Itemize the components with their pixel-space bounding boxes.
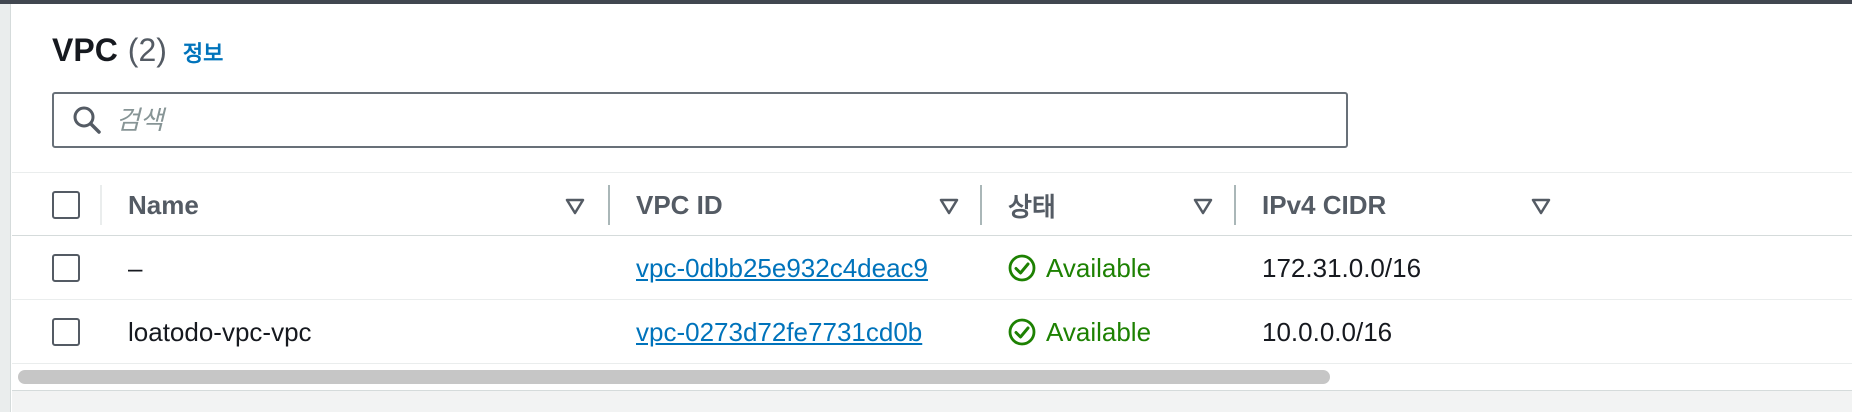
search-field[interactable] — [52, 92, 1348, 148]
check-circle-icon — [1008, 318, 1036, 346]
column-header-vpc-id[interactable]: VPC ID — [636, 173, 723, 237]
vpc-table: Name VPC ID 상태 IPv4 CIDR – vpc-0dbb25e93… — [12, 172, 1852, 364]
panel-header: VPC (2) 정보 — [52, 32, 223, 69]
vpc-id-link[interactable]: vpc-0273d72fe7731cd0b — [636, 317, 922, 348]
search-icon — [73, 106, 101, 134]
vpc-id-link[interactable]: vpc-0dbb25e932c4deac9 — [636, 253, 928, 284]
left-gutter — [0, 4, 11, 412]
table-row[interactable]: loatodo-vpc-vpc vpc-0273d72fe7731cd0b Av… — [12, 300, 1852, 364]
cell-name: – — [128, 252, 143, 283]
cell-cidr: 172.31.0.0/16 — [1262, 252, 1422, 283]
status-cell: Available — [1008, 300, 1151, 364]
check-circle-icon — [1008, 254, 1036, 282]
sort-triangle-icon[interactable] — [938, 195, 960, 217]
column-divider — [100, 185, 102, 225]
status-label: Available — [1046, 316, 1152, 347]
column-header-name[interactable]: Name — [128, 173, 199, 237]
scrollbar-thumb[interactable] — [18, 370, 1330, 384]
info-link[interactable]: 정보 — [183, 36, 223, 68]
sort-triangle-icon[interactable] — [564, 195, 586, 217]
sort-triangle-icon[interactable] — [1530, 195, 1552, 217]
select-all-checkbox[interactable] — [52, 191, 80, 219]
sort-triangle-icon[interactable] — [1192, 195, 1214, 217]
panel-footer — [12, 390, 1852, 412]
horizontal-scrollbar[interactable] — [12, 366, 1852, 388]
row-checkbox[interactable] — [52, 318, 80, 346]
item-count: (2) — [127, 32, 167, 68]
status-cell: Available — [1008, 236, 1151, 300]
table-header-row: Name VPC ID 상태 IPv4 CIDR — [12, 172, 1852, 236]
column-resizer[interactable] — [608, 185, 610, 225]
page-title: VPC — [52, 32, 118, 68]
vpc-table-panel: VPC (2) 정보 Name VPC ID 상태 IPv4 CIDR — [12, 4, 1852, 412]
row-checkbox[interactable] — [52, 254, 80, 282]
cell-name: loatodo-vpc-vpc — [128, 316, 312, 347]
table-row[interactable]: – vpc-0dbb25e932c4deac9 Available 172.31… — [12, 236, 1852, 300]
column-header-status[interactable]: 상태 — [1008, 173, 1056, 237]
status-label: Available — [1046, 252, 1152, 283]
cell-cidr: 10.0.0.0/16 — [1262, 316, 1393, 347]
column-header-ipv4-cidr[interactable]: IPv4 CIDR — [1262, 173, 1386, 237]
column-resizer[interactable] — [1234, 185, 1236, 225]
search-input[interactable] — [116, 104, 1316, 136]
column-resizer[interactable] — [980, 185, 982, 225]
